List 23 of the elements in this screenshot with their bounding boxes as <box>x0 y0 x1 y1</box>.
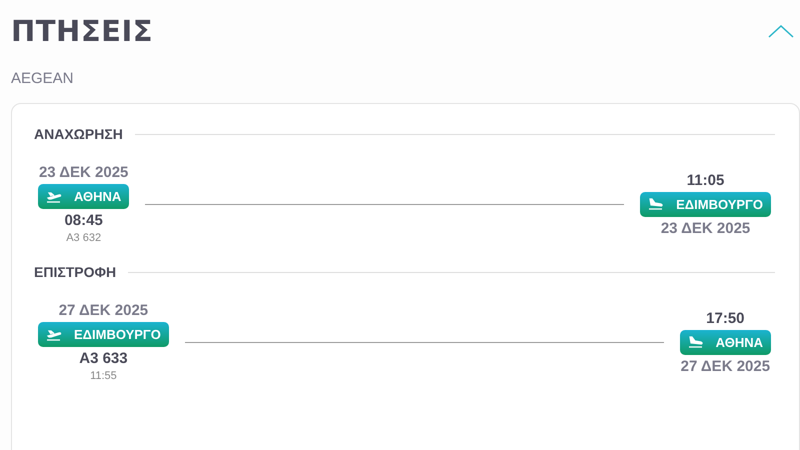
arrival-date: 23 ΔΕΚ 2025 <box>660 220 750 236</box>
airline-name: AEGEAN <box>11 70 75 87</box>
section-title: ΠΤΗΣΕΙΣ <box>11 14 154 48</box>
departure-primary: A3 633 <box>79 350 128 367</box>
departure-secondary: A3 632 <box>66 232 102 244</box>
arrival-city-badge: ΑΘΗΝΑ <box>680 330 771 354</box>
departure-date: 23 ΔΕΚ 2025 <box>38 164 128 181</box>
departure-primary: 08:45 <box>64 212 103 229</box>
plane-takeoff-icon <box>46 328 62 340</box>
arrival-time: 11:05 <box>686 172 724 188</box>
arrival-date: 27 ΔΕΚ 2025 <box>680 358 770 374</box>
chevron-up-icon <box>768 24 794 38</box>
arrival-time: 17:50 <box>706 310 745 326</box>
departure-city-badge: ΕΔΙΜΒΟΥΡΓΟ <box>38 322 169 347</box>
leg-label: ΕΠΙΣΤΡΟΦΗ <box>34 264 116 280</box>
departure-city-badge: ΑΘΗΝΑ <box>38 184 130 209</box>
leg-label: ΑΝΑΧΩΡΗΣΗ <box>34 126 123 142</box>
plane-landing-icon <box>648 198 664 210</box>
departure-date: 27 ΔΕΚ 2025 <box>58 302 148 319</box>
plane-landing-icon <box>688 336 704 348</box>
arrival-city-badge: ΕΔΙΜΒΟΥΡΓΟ <box>640 192 771 216</box>
plane-takeoff-icon <box>46 190 62 202</box>
departure-secondary: 11:55 <box>90 370 117 382</box>
